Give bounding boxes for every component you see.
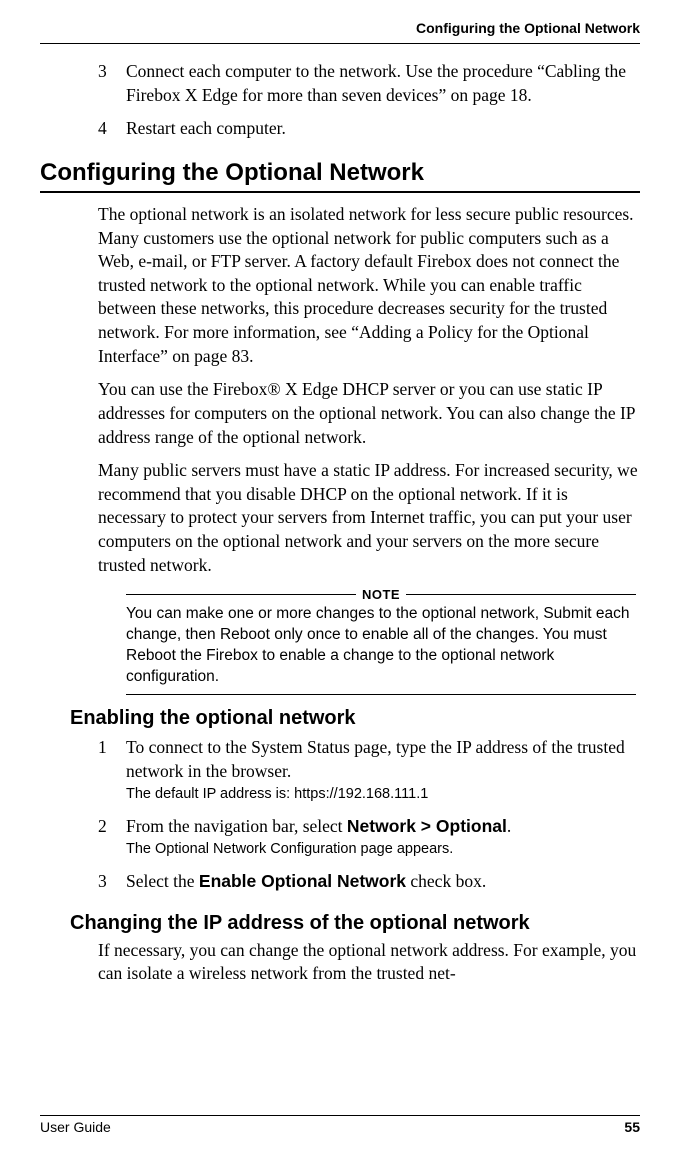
step-number: 2	[98, 815, 126, 860]
note-block: NOTE You can make one or more changes to…	[126, 587, 636, 695]
step-number: 3	[98, 60, 126, 107]
step-1: 1 To connect to the System Status page, …	[98, 736, 640, 805]
page-header: Configuring the Optional Network	[40, 20, 640, 44]
note-rule-left	[126, 594, 356, 595]
step-3: 3 Connect each computer to the network. …	[98, 60, 640, 107]
step-subtext: The default IP address is: https://192.1…	[126, 785, 640, 805]
subsection-heading: Enabling the optional network	[70, 707, 640, 730]
paragraph: The optional network is an isolated netw…	[98, 203, 640, 368]
page-footer: User Guide 55	[40, 1115, 640, 1135]
footer-rule	[40, 1115, 640, 1116]
section-heading: Configuring the Optional Network	[40, 159, 640, 193]
footer-left: User Guide	[40, 1119, 111, 1135]
step-text-a: From the navigation bar, select	[126, 816, 347, 836]
step-text-a: Select the	[126, 871, 199, 891]
note-header: NOTE	[126, 587, 636, 602]
paragraph: You can use the Firebox® X Edge DHCP ser…	[98, 378, 640, 449]
step-text: To connect to the System Status page, ty…	[126, 737, 625, 781]
header-rule	[40, 43, 640, 44]
step-body: To connect to the System Status page, ty…	[126, 736, 640, 805]
note-rule-right	[406, 594, 636, 595]
step-number: 4	[98, 117, 126, 141]
note-label: NOTE	[356, 587, 406, 602]
ui-control-bold: Enable Optional Network	[199, 871, 406, 891]
step-2: 2 From the navigation bar, select Networ…	[98, 815, 640, 860]
step-number: 1	[98, 736, 126, 805]
subsection-heading: Changing the IP address of the optional …	[70, 912, 640, 935]
page-number: 55	[624, 1119, 640, 1135]
step-3: 3 Select the Enable Optional Network che…	[98, 870, 640, 894]
ui-path-bold: Network > Optional	[347, 816, 507, 836]
paragraph: If necessary, you can change the optiona…	[98, 939, 640, 986]
paragraph: Many public servers must have a static I…	[98, 459, 640, 577]
note-body: You can make one or more changes to the …	[126, 604, 636, 688]
step-text: Restart each computer.	[126, 117, 286, 141]
procedure-list-top: 3 Connect each computer to the network. …	[98, 60, 640, 141]
step-4: 4 Restart each computer.	[98, 117, 640, 141]
procedure-list-enable: 1 To connect to the System Status page, …	[98, 736, 640, 894]
step-subtext: The Optional Network Configuration page …	[126, 840, 511, 860]
step-number: 3	[98, 870, 126, 894]
step-text: Connect each computer to the network. Us…	[126, 60, 640, 107]
running-head: Configuring the Optional Network	[416, 20, 640, 36]
step-text-c: .	[507, 816, 511, 836]
step-text-c: check box.	[406, 871, 486, 891]
step-body: Select the Enable Optional Network check…	[126, 870, 486, 894]
note-footer-rule	[126, 694, 636, 695]
step-body: From the navigation bar, select Network …	[126, 815, 511, 860]
